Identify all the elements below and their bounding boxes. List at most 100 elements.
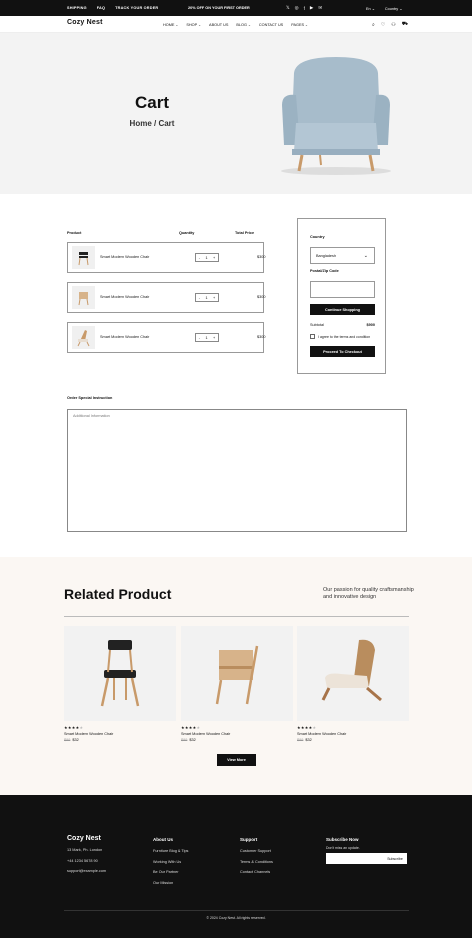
footer: Cozy Nest 13 Mark, Ph. London +44 1234 5… [0, 795, 472, 938]
quantity-stepper[interactable]: - 1 + [195, 333, 219, 342]
instagram-icon[interactable]: ◎ [295, 5, 299, 11]
promo-text: 20% OFF ON YOUR FIRST ORDER [188, 6, 250, 10]
order-summary: Country Bangladesh ⌄ Postal/Zip Code Con… [297, 218, 386, 374]
footer-link[interactable]: Contact Channels [240, 870, 273, 874]
cart-icon[interactable]: ⛟ [402, 21, 408, 28]
heart-icon[interactable]: ♡ [381, 22, 385, 28]
country-select[interactable]: Bangladesh ⌄ [310, 247, 375, 264]
nav-about[interactable]: ABOUT US [209, 23, 228, 27]
row-total: $300 [257, 335, 266, 339]
phone[interactable]: +44 1234 5678 90 [67, 859, 106, 863]
rating-stars: ★★★★★ [181, 725, 201, 730]
nav-contact[interactable]: CONTACT US [259, 23, 283, 27]
youtube-icon[interactable]: ▶ [310, 5, 313, 11]
product-name[interactable]: Smart Modern Wooden Chair [100, 255, 149, 259]
zip-input[interactable] [310, 281, 375, 298]
sale-price: $32 [72, 738, 79, 742]
footer-link[interactable]: Furniture Blog & Tips [153, 849, 188, 853]
increment-button[interactable]: + [213, 256, 215, 260]
continue-shopping-button[interactable]: Continue Shopping [310, 304, 375, 315]
product-image[interactable] [64, 626, 176, 721]
decrement-button[interactable]: - [199, 256, 200, 260]
nav-pages[interactable]: PAGES⌄ [291, 23, 308, 27]
email-icon[interactable]: ✉ [318, 5, 322, 11]
col-total: Total Price [235, 231, 255, 235]
user-icon[interactable]: ⚇ [391, 22, 395, 28]
subscribe-heading: Subscribe Now [326, 837, 359, 842]
divider [64, 616, 409, 617]
product-name[interactable]: Smart Modern Wooden Chair [297, 732, 409, 736]
old-price: $99 [181, 738, 188, 742]
about-column: About Us Furniture Blog & Tips Working W… [153, 837, 188, 891]
subscribe-button[interactable]: Subscribe [383, 853, 407, 864]
language-select[interactable]: En ⌄ [366, 6, 375, 11]
increment-button[interactable]: + [213, 296, 215, 300]
footer-link[interactable]: Be Our Partner [153, 870, 188, 874]
country-select[interactable]: Country ⌄ [385, 6, 403, 11]
product-name[interactable]: Smart Modern Wooden Chair [64, 732, 176, 736]
row-total: $300 [257, 295, 266, 299]
track-order-link[interactable]: TRACK YOUR ORDER [115, 6, 158, 10]
product-card[interactable]: ★★★★★ Smart Modern Wooden Chair $99 $32 [181, 626, 293, 742]
checkout-button[interactable]: Proceed To Checkout [310, 346, 375, 357]
product-thumbnail[interactable] [72, 326, 95, 349]
main-header: Cozy Nest HOME⌄ SHOP⌄ ABOUT US BLOG⌄ CON… [0, 16, 472, 33]
subtotal-value: $900 [366, 323, 375, 327]
instructions-textarea[interactable]: Additional Information [67, 409, 407, 532]
view-more-button[interactable]: View More [217, 754, 256, 766]
nav-shop[interactable]: SHOP⌄ [186, 23, 201, 27]
terms-text: I agree to the terms and condition [318, 334, 371, 339]
terms-agreement: I agree to the terms and condition [310, 334, 370, 339]
product-name[interactable]: Smart Modern Wooden Chair [181, 732, 293, 736]
product-card[interactable]: ★★★★★ Smart Modern Wooden Chair $99 $32 [64, 626, 176, 742]
product-price: $99 $32 [181, 738, 293, 742]
row-total: $300 [257, 255, 266, 259]
footer-logo[interactable]: Cozy Nest [67, 835, 101, 842]
product-name[interactable]: Smart Modern Wooden Chair [100, 335, 149, 339]
old-price: $99 [297, 738, 304, 742]
col-product: Product [67, 231, 82, 235]
search-icon[interactable]: ⌕ [372, 22, 375, 28]
subscribe-input[interactable]: Subscribe [326, 853, 407, 864]
footer-link[interactable]: Our Mission [153, 881, 188, 885]
quantity-stepper[interactable]: - 1 + [195, 293, 219, 302]
product-image[interactable] [297, 626, 409, 721]
email[interactable]: support@example.com [67, 869, 106, 873]
footer-link[interactable]: Customer Support [240, 849, 273, 853]
top-bar: SHIPPING FAQ TRACK YOUR ORDER 20% OFF ON… [0, 0, 472, 16]
terms-checkbox[interactable] [310, 334, 315, 339]
footer-link[interactable]: Working With Us [153, 860, 188, 864]
shipping-link[interactable]: SHIPPING [67, 6, 87, 10]
nav-blog[interactable]: BLOG⌄ [236, 23, 251, 27]
footer-link[interactable]: Terms & Conditions [240, 860, 273, 864]
faq-link[interactable]: FAQ [97, 6, 105, 10]
chevron-down-icon: ⌄ [175, 22, 179, 27]
logo[interactable]: Cozy Nest [67, 19, 103, 26]
rating-stars: ★★★★★ [297, 725, 317, 730]
top-links: SHIPPING FAQ TRACK YOUR ORDER [67, 0, 158, 16]
product-thumbnail[interactable] [72, 286, 95, 309]
decrement-button[interactable]: - [199, 336, 200, 340]
zip-label: Postal/Zip Code [310, 269, 339, 273]
nav-home[interactable]: HOME⌄ [163, 23, 178, 27]
facebook-icon[interactable]: f [304, 6, 305, 11]
quantity-stepper[interactable]: - 1 + [195, 253, 219, 262]
product-name[interactable]: Smart Modern Wooden Chair [100, 295, 149, 299]
cart-row: Smart Modern Wooden Chair - 1 + $300 [67, 322, 266, 353]
contact-info: 13 Mark, Ph. London +44 1234 5678 90 sup… [67, 848, 106, 880]
old-price: $99 [64, 738, 71, 742]
increment-button[interactable]: + [213, 336, 215, 340]
decrement-button[interactable]: - [199, 296, 200, 300]
x-icon[interactable]: 𝕏 [286, 5, 290, 11]
subscribe-text: Don't miss an update. [326, 846, 360, 850]
country-label: Country [310, 235, 325, 239]
product-card[interactable]: ★★★★★ Smart Modern Wooden Chair $99 $32 [297, 626, 409, 742]
support-heading: Support [240, 837, 258, 842]
cart-row: Smart Modern Wooden Chair - 1 + $300 [67, 242, 266, 273]
chevron-down-icon: ⌄ [363, 253, 368, 259]
chevron-down-icon: ⌄ [247, 22, 251, 27]
product-thumbnail[interactable] [72, 246, 95, 269]
product-image[interactable] [181, 626, 293, 721]
address: 13 Mark, Ph. London [67, 848, 103, 852]
col-quantity: Quantity [179, 231, 195, 235]
